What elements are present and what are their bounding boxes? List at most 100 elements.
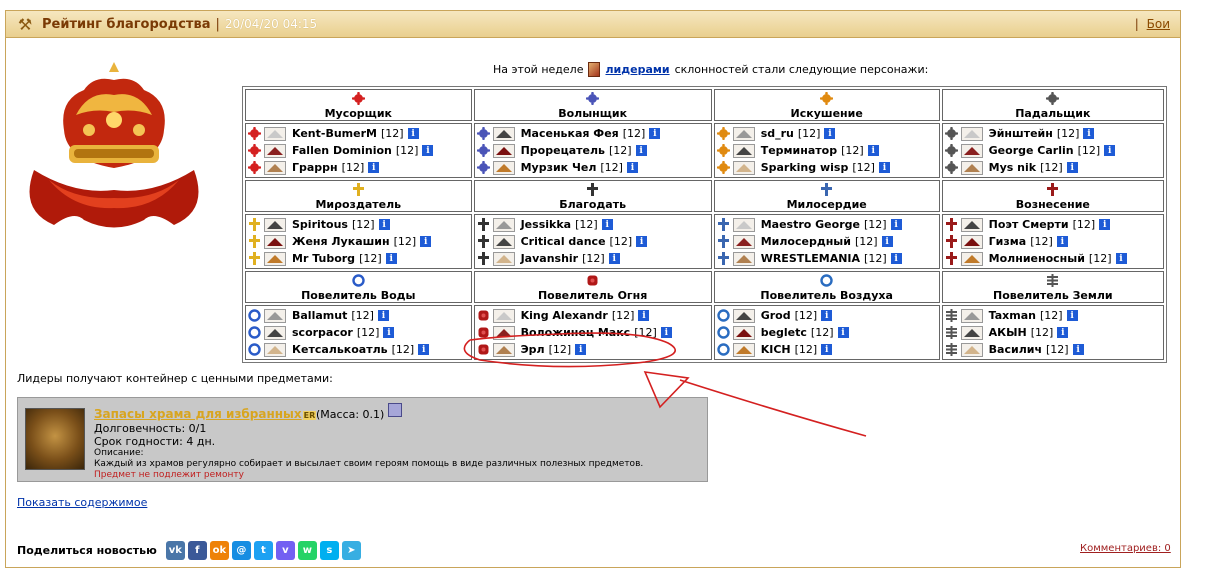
info-icon[interactable]: i bbox=[383, 327, 395, 338]
info-icon[interactable]: i bbox=[418, 344, 430, 355]
member-name[interactable]: Grod bbox=[761, 309, 791, 322]
info-icon[interactable]: i bbox=[626, 162, 638, 173]
info-icon[interactable]: i bbox=[377, 310, 389, 321]
member-name[interactable]: Sparking wisp bbox=[761, 161, 849, 174]
clan-emblem-icon[interactable] bbox=[492, 126, 515, 141]
member-name[interactable]: King Alexandr bbox=[521, 309, 608, 322]
member-name[interactable]: sd_ru bbox=[761, 127, 794, 140]
info-icon[interactable]: i bbox=[636, 236, 648, 247]
info-icon[interactable]: i bbox=[608, 253, 620, 264]
info-icon[interactable]: i bbox=[601, 219, 613, 230]
member-name[interactable]: KICH bbox=[761, 343, 791, 356]
battles-link[interactable]: Бои bbox=[1147, 17, 1170, 31]
info-icon[interactable]: i bbox=[1072, 344, 1084, 355]
info-icon[interactable]: i bbox=[638, 310, 650, 321]
member-name[interactable]: Ballamut bbox=[292, 309, 347, 322]
info-icon[interactable]: i bbox=[824, 128, 836, 139]
clan-emblem-icon[interactable] bbox=[960, 143, 983, 158]
info-icon[interactable]: i bbox=[385, 253, 397, 264]
clan-emblem-icon[interactable] bbox=[492, 251, 515, 266]
member-name[interactable]: Гизма bbox=[989, 235, 1027, 248]
comments-link[interactable]: Комментариев: 0 bbox=[1080, 543, 1171, 554]
vk-icon[interactable]: vk bbox=[165, 541, 185, 560]
skype-icon[interactable]: s bbox=[319, 541, 339, 560]
clan-emblem-icon[interactable] bbox=[732, 234, 755, 249]
info-icon[interactable]: i bbox=[1083, 128, 1095, 139]
member-name[interactable]: Терминатор bbox=[761, 144, 837, 157]
clan-emblem-icon[interactable] bbox=[264, 126, 286, 141]
member-name[interactable]: Кетсалькоатль bbox=[292, 343, 388, 356]
clan-emblem-icon[interactable] bbox=[264, 160, 286, 175]
clan-emblem-icon[interactable] bbox=[492, 160, 515, 175]
member-name[interactable]: WRESTLEMANIA bbox=[761, 252, 860, 265]
info-icon[interactable]: i bbox=[649, 128, 661, 139]
member-name[interactable]: Mys nik bbox=[989, 161, 1036, 174]
member-name[interactable]: Fallen Dominion bbox=[292, 144, 392, 157]
leaders-link[interactable]: лидерами bbox=[605, 63, 669, 76]
info-icon[interactable]: i bbox=[368, 162, 380, 173]
clan-emblem-icon[interactable] bbox=[960, 325, 983, 340]
info-icon[interactable]: i bbox=[1066, 310, 1078, 321]
clan-emblem-icon[interactable] bbox=[732, 251, 755, 266]
clan-emblem-icon[interactable] bbox=[960, 126, 983, 141]
item-name-link[interactable]: Запасы храма для избранных ER bbox=[94, 407, 317, 421]
info-icon[interactable]: i bbox=[378, 219, 390, 230]
clan-emblem-icon[interactable] bbox=[492, 217, 515, 232]
info-icon[interactable]: i bbox=[878, 162, 890, 173]
info-icon[interactable]: i bbox=[575, 344, 587, 355]
facebook-icon[interactable]: f bbox=[187, 541, 207, 560]
member-name[interactable]: Василич bbox=[989, 343, 1042, 356]
clan-emblem-icon[interactable] bbox=[264, 308, 286, 323]
member-name[interactable]: АКЫН bbox=[989, 326, 1027, 339]
info-icon[interactable]: i bbox=[635, 145, 647, 156]
member-name[interactable]: George Carlin bbox=[989, 144, 1074, 157]
clan-emblem-icon[interactable] bbox=[492, 143, 515, 158]
clan-emblem-icon[interactable] bbox=[960, 217, 983, 232]
clan-emblem-icon[interactable] bbox=[492, 342, 515, 357]
info-icon[interactable]: i bbox=[837, 327, 849, 338]
member-name[interactable]: Эрл bbox=[521, 343, 545, 356]
info-icon[interactable]: i bbox=[821, 310, 833, 321]
odnoklassniki-icon[interactable]: ok bbox=[209, 541, 229, 560]
member-name[interactable]: Javanshir bbox=[521, 252, 579, 265]
member-name[interactable]: Kent-BumerM bbox=[292, 127, 377, 140]
clan-emblem-icon[interactable] bbox=[264, 342, 286, 357]
item-image[interactable] bbox=[25, 408, 85, 470]
whatsapp-icon[interactable]: w bbox=[297, 541, 317, 560]
twitter-icon[interactable]: t bbox=[253, 541, 273, 560]
member-name[interactable]: begletc bbox=[761, 326, 807, 339]
info-icon[interactable]: i bbox=[1099, 219, 1111, 230]
clan-emblem-icon[interactable] bbox=[732, 143, 755, 158]
member-name[interactable]: Граррн bbox=[292, 161, 338, 174]
member-name[interactable]: Молниеносный bbox=[989, 252, 1085, 265]
member-name[interactable]: Critical dance bbox=[521, 235, 606, 248]
member-name[interactable]: scorpacor bbox=[292, 326, 353, 339]
info-icon[interactable]: i bbox=[422, 145, 434, 156]
member-name[interactable]: Масенькая Фея bbox=[521, 127, 619, 140]
member-name[interactable]: Милосердный bbox=[761, 235, 851, 248]
clan-emblem-icon[interactable] bbox=[732, 308, 755, 323]
clan-emblem-icon[interactable] bbox=[960, 251, 983, 266]
telegram-icon[interactable]: ➤ bbox=[341, 541, 361, 560]
clan-emblem-icon[interactable] bbox=[492, 325, 515, 340]
moimir-icon[interactable]: @ bbox=[231, 541, 251, 560]
clan-emblem-icon[interactable] bbox=[732, 217, 755, 232]
member-name[interactable]: Spiritous bbox=[292, 218, 348, 231]
info-icon[interactable]: i bbox=[1115, 253, 1127, 264]
info-icon[interactable]: i bbox=[660, 327, 672, 338]
member-name[interactable]: Мурзик Чел bbox=[521, 161, 597, 174]
clan-emblem-icon[interactable] bbox=[264, 325, 286, 340]
info-icon[interactable]: i bbox=[1104, 145, 1116, 156]
info-icon[interactable]: i bbox=[1057, 327, 1069, 338]
show-contents-link[interactable]: Показать содержимое bbox=[17, 496, 147, 509]
clan-emblem-icon[interactable] bbox=[960, 160, 983, 175]
info-icon[interactable]: i bbox=[420, 236, 432, 247]
info-icon[interactable]: i bbox=[890, 219, 902, 230]
clan-emblem-icon[interactable] bbox=[264, 143, 286, 158]
clan-emblem-icon[interactable] bbox=[732, 160, 755, 175]
member-name[interactable]: Женя Лукашин bbox=[292, 235, 390, 248]
member-name[interactable]: Jessikka bbox=[521, 218, 571, 231]
member-name[interactable]: Taxman bbox=[989, 309, 1036, 322]
clan-emblem-icon[interactable] bbox=[732, 342, 755, 357]
clan-emblem-icon[interactable] bbox=[492, 234, 515, 249]
